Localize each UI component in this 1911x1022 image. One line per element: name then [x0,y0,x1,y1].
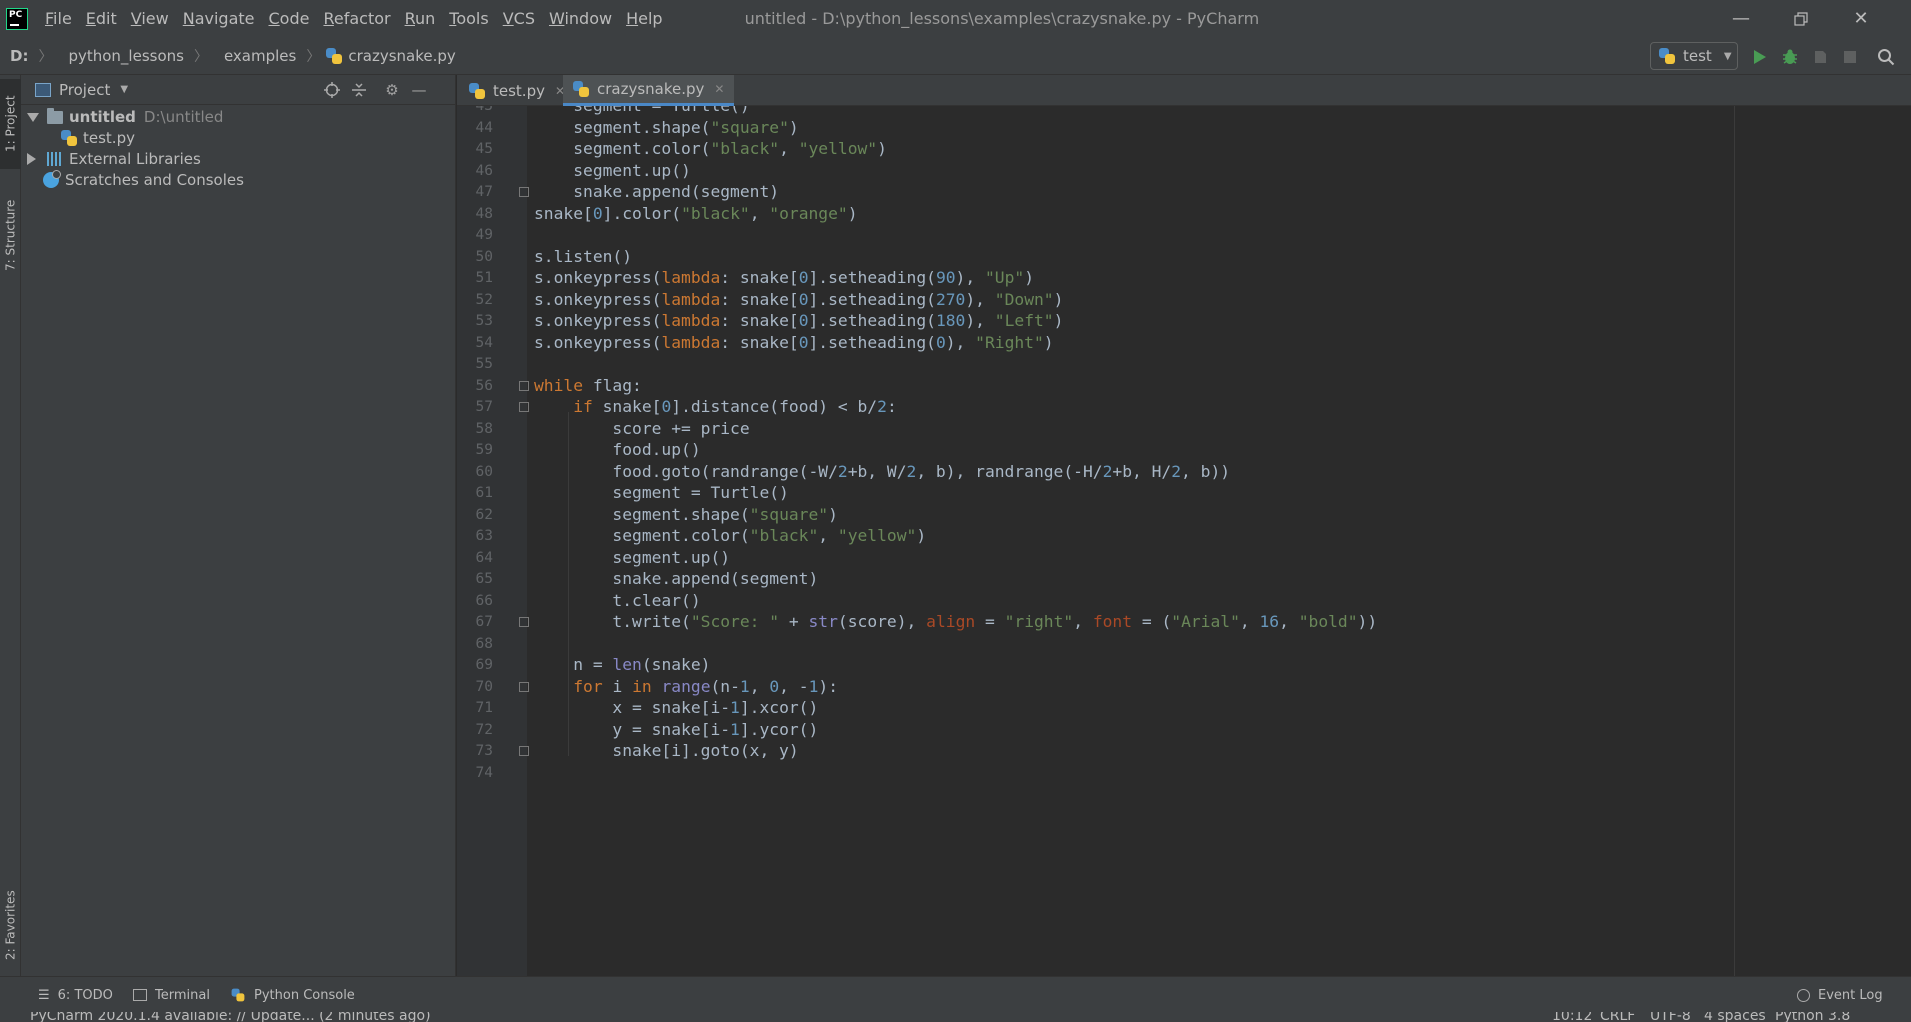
menu-run[interactable]: Run [398,9,443,28]
breadcrumb-file[interactable]: crazysnake.py [342,47,459,65]
menu-file[interactable]: File [38,9,79,28]
main-menu: File Edit View Navigate Code Refactor Run Tools… [38,9,670,28]
expand-arrow-icon[interactable] [27,112,39,122]
fold-marker-icon[interactable] [519,402,529,412]
tree-item-label: test.py [83,129,135,147]
menu-code[interactable]: Code [262,9,317,28]
gear-icon[interactable]: ⚙ [382,81,402,99]
fold-marker-icon[interactable] [519,746,529,756]
close-icon[interactable]: ✕ [714,82,724,96]
terminal-tool-button[interactable]: Terminal [133,977,210,1013]
menu-help[interactable]: Help [619,9,669,28]
status-message[interactable]: PyCharm 2020.1.4 available: // Update...… [30,1012,431,1022]
minimize-icon[interactable]: — [1711,0,1771,37]
menu-vcs[interactable]: VCS [496,9,542,28]
collapse-all-icon[interactable] [349,81,369,99]
search-icon[interactable] [1876,47,1896,67]
folder-icon [47,107,63,124]
scratches-icon [43,170,61,188]
menu-tools[interactable]: Tools [442,9,495,28]
breadcrumb-folder[interactable]: examples [214,47,300,65]
caret-position[interactable]: 10:12 [1552,1012,1592,1022]
tree-item-scratches[interactable]: Scratches and Consoles [43,168,244,192]
menu-bar: PC File Edit View Navigate Code Refactor Run To… [0,0,1911,37]
debug-icon[interactable] [1780,47,1800,67]
tool-windows-bar: ☰ 6: TODO Terminal Python Console Event … [0,976,1911,1012]
python-file-icon [1659,48,1675,64]
restore-icon[interactable] [1771,0,1831,37]
menu-window[interactable]: Window [542,9,619,28]
tree-item-label: External Libraries [69,150,201,168]
python-file-icon [573,81,589,97]
tab-project-tool[interactable]: 1: Project [0,79,21,169]
tab-structure-tool[interactable]: 7: Structure [0,185,21,285]
python-file-icon [61,130,77,146]
menu-edit[interactable]: Edit [79,9,124,28]
locate-icon[interactable] [322,81,342,99]
breadcrumb-drive[interactable]: D: [0,47,32,65]
line-number[interactable]: 74 [457,760,493,786]
terminal-icon [133,989,147,1001]
project-root-label: untitled [69,108,136,126]
run-icon[interactable] [1750,47,1770,67]
project-root-path: D:\untitled [143,108,224,126]
fold-marker-icon[interactable] [519,617,529,627]
chevron-down-icon: ▼ [1723,50,1732,62]
fold-marker-icon[interactable] [519,380,529,391]
line-separator[interactable]: CRLF [1600,1012,1635,1022]
breadcrumb-folder[interactable]: python_lessons [58,47,188,65]
library-icon [47,152,63,166]
tab-test-py[interactable]: test.py ✕ [459,75,575,106]
window-title: untitled - D:\python_lessons\examples\cr… [744,9,1260,28]
fold-marker-icon[interactable] [519,187,529,197]
event-log-icon [1797,988,1810,1002]
fold-marker-icon[interactable] [519,681,529,692]
stop-icon[interactable] [1840,47,1860,67]
status-bar: PyCharm 2020.1.4 available: // Update...… [0,1012,1911,1022]
hide-icon[interactable]: — [409,81,429,99]
tab-favorites-tool[interactable]: 2: Favorites [0,870,21,980]
indent-guide [568,412,569,756]
python-file-icon [469,82,485,99]
project-view-icon [35,82,51,97]
event-log-tool-button[interactable]: Event Log [1797,977,1883,1013]
indent-setting[interactable]: 4 spaces [1704,1012,1766,1022]
navigation-bar: D: 〉 python_lessons 〉 examples 〉 crazysn… [0,37,1911,75]
menu-navigate[interactable]: Navigate [176,9,262,28]
run-configuration-select[interactable]: test ▼ [1650,42,1738,70]
todo-icon: ☰ [38,987,50,1003]
menu-refactor[interactable]: Refactor [316,9,397,28]
code-line[interactable]: 74 [457,760,1857,786]
expand-arrow-icon[interactable] [27,153,36,165]
project-panel: Project ▼ ⚙ — untitled D:\untitled test.… [21,75,456,976]
pycharm-logo-icon: PC [6,7,28,30]
file-encoding[interactable]: UTF-8 [1650,1012,1691,1022]
python-interpreter[interactable]: Python 3.8 [1775,1012,1850,1022]
todo-tool-button[interactable]: ☰ 6: TODO [38,977,113,1013]
left-tool-stripe: 1: Project 7: Structure 2: Favorites ★ [0,75,21,1012]
tree-item-label: Scratches and Consoles [65,171,244,189]
python-console-icon [231,988,245,1002]
tab-crazysnake-py[interactable]: crazysnake.py ✕ [563,75,735,106]
menu-view[interactable]: View [124,9,176,28]
run-configuration-label: test [1683,47,1712,65]
close-icon[interactable]: ✕ [1831,0,1891,37]
python-file-icon [326,47,343,64]
project-panel-title[interactable]: Project [59,81,110,99]
editor-tab-bar: test.py ✕ crazysnake.py ✕ [457,75,1911,106]
chevron-down-icon[interactable]: ▼ [120,84,128,95]
python-console-tool-button[interactable]: Python Console [230,977,355,1013]
code-editor[interactable]: 43 segment = Turtle()44 segment.shape("s… [457,106,1911,976]
coverage-icon[interactable] [1810,47,1830,67]
